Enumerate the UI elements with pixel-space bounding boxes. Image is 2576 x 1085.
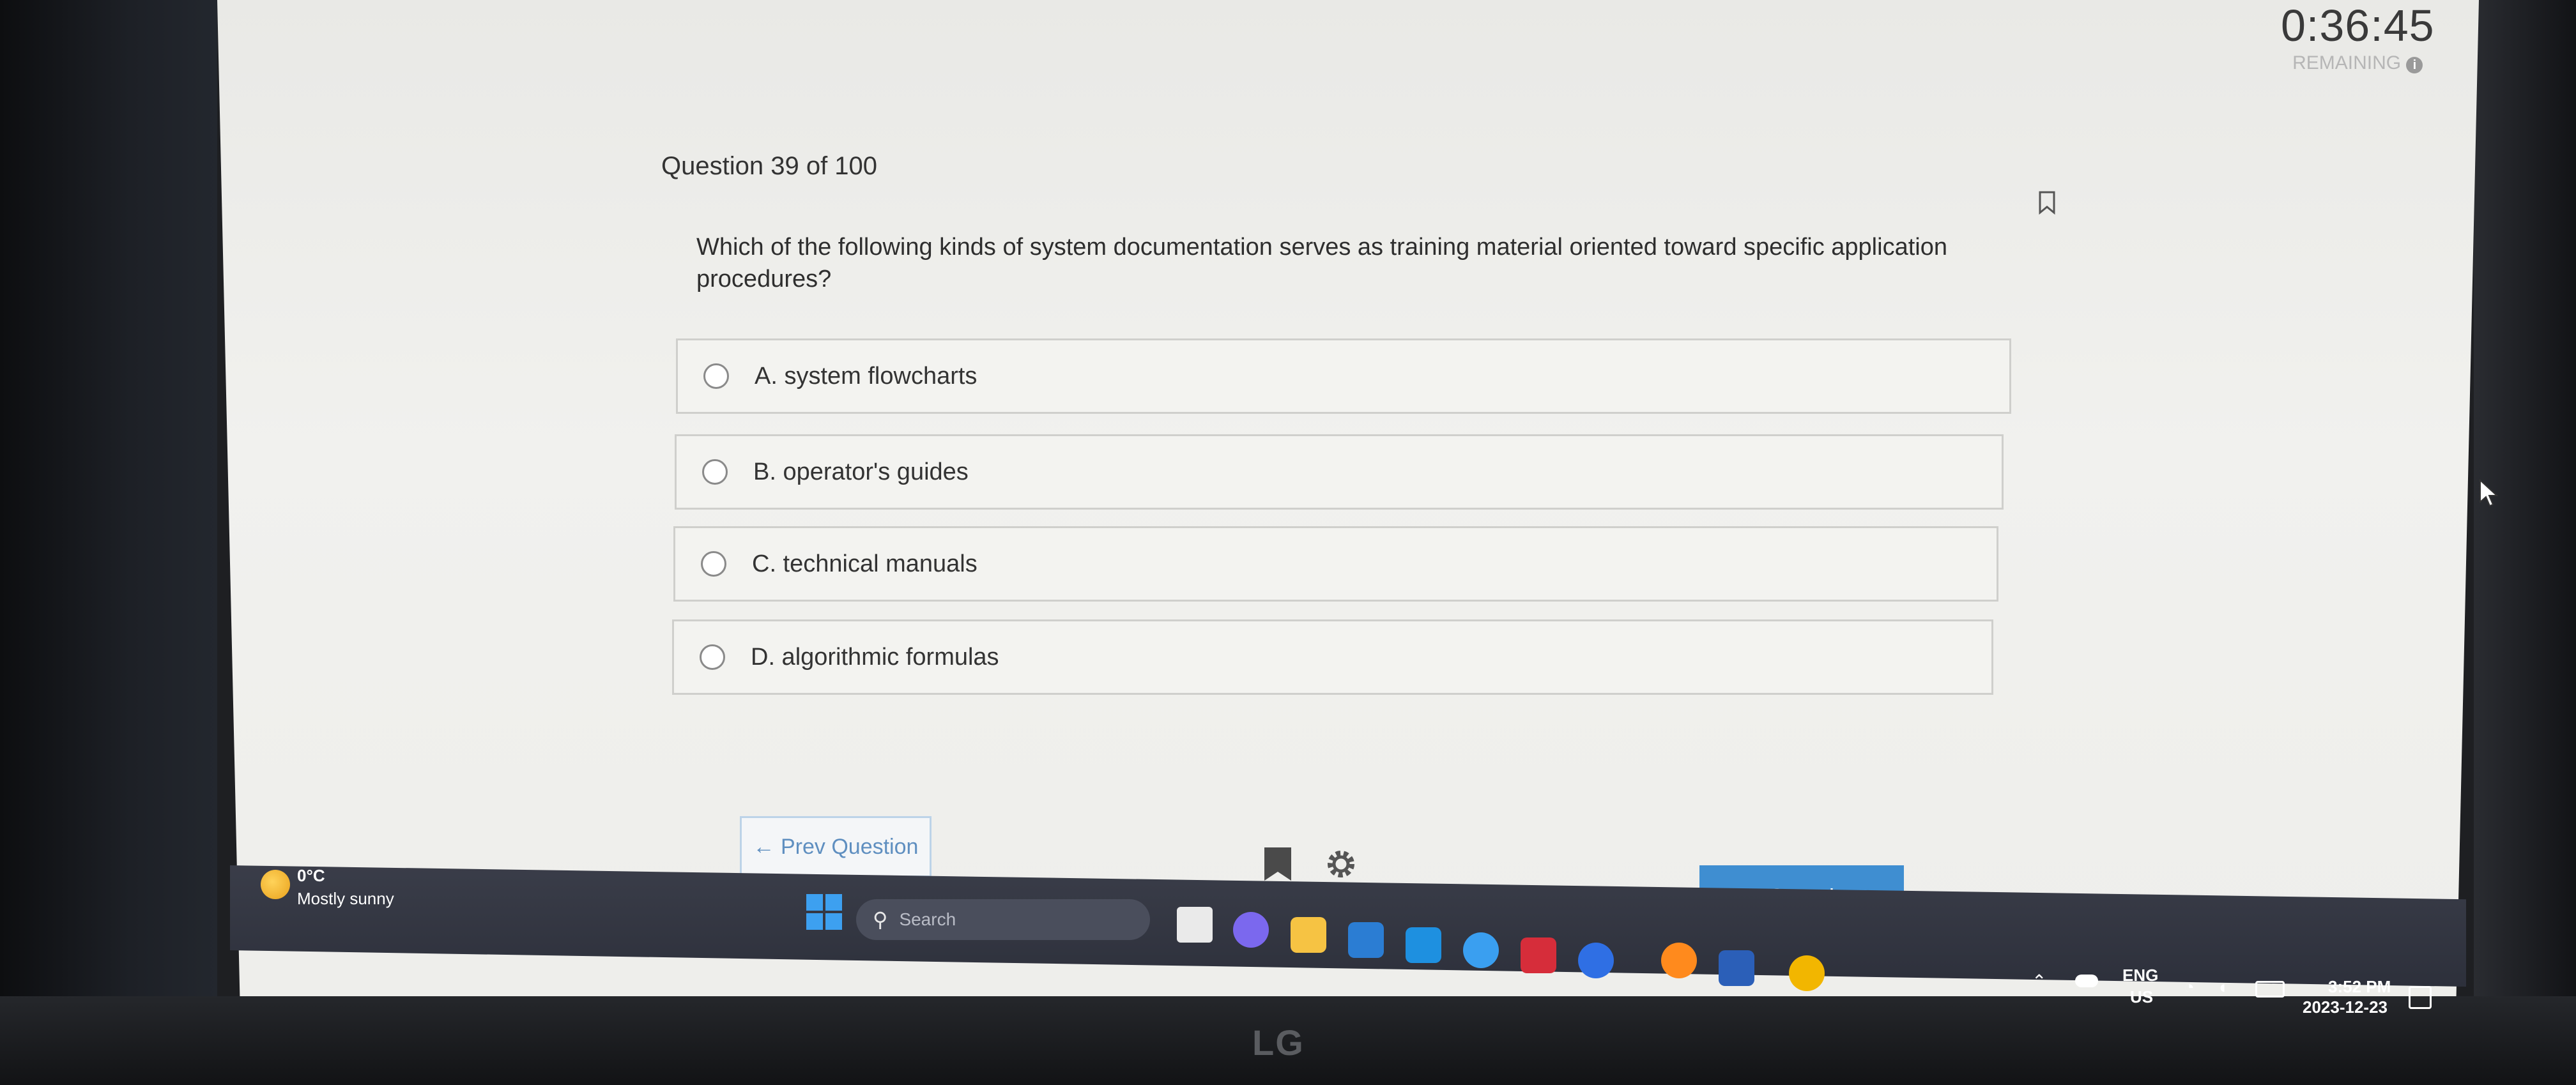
cursor-icon (2480, 479, 2498, 507)
option-label: B. operator's guides (753, 458, 969, 485)
task-view-icon[interactable] (1177, 907, 1213, 943)
wifi-icon[interactable]: ◔ (2184, 977, 2195, 998)
monitor-bezel-left (0, 0, 217, 1085)
radio-button[interactable] (701, 551, 726, 577)
chrome-icon[interactable] (1789, 955, 1825, 991)
search-placeholder: Search (899, 909, 956, 929)
windows-start-icon[interactable] (806, 894, 842, 930)
weather-condition[interactable]: Mostly sunny (297, 889, 394, 909)
option-label: A. system flowcharts (755, 362, 977, 390)
start-tile (806, 894, 823, 911)
battery-icon[interactable] (2255, 981, 2285, 998)
option-d[interactable]: D. algorithmic formulas (672, 619, 1993, 695)
browser-icon[interactable] (1578, 943, 1614, 978)
info-icon[interactable]: i (2406, 57, 2423, 73)
radio-button[interactable] (700, 644, 725, 670)
option-label: C. technical manuals (752, 550, 977, 577)
monitor-bezel-right (2474, 0, 2576, 1085)
start-tile (806, 913, 823, 930)
word-icon[interactable] (1719, 950, 1754, 986)
language-top[interactable]: ENG (2122, 966, 2158, 985)
weather-temp[interactable]: 0°C (297, 866, 325, 886)
volume-icon[interactable]: ◖ (2217, 977, 2228, 998)
chevron-up-icon[interactable]: ⌃ (2032, 971, 2046, 992)
mail-icon[interactable] (1406, 927, 1441, 963)
language-bottom[interactable]: US (2130, 987, 2153, 1007)
option-b[interactable]: B. operator's guides (675, 434, 2004, 510)
store-icon[interactable] (1348, 922, 1384, 958)
timer-label: REMAINING (2292, 52, 2402, 73)
clock-time[interactable]: 3:52 PM (2328, 977, 2391, 997)
timer-label-row: REMAINING i (2281, 52, 2435, 74)
search-icon: ⚲ (873, 908, 888, 931)
clock-date[interactable]: 2023-12-23 (2303, 998, 2388, 1017)
bookmark-outline-icon[interactable] (2038, 190, 2056, 215)
start-tile (825, 913, 842, 930)
chat-icon[interactable] (1233, 912, 1269, 948)
option-label: D. algorithmic formulas (751, 643, 999, 671)
app-icon[interactable] (1463, 932, 1499, 968)
option-c[interactable]: C. technical manuals (673, 526, 1998, 602)
question-text: Which of the following kinds of system d… (696, 234, 1947, 292)
timer: 0:36:45 REMAINING i (2281, 0, 2435, 74)
onedrive-icon[interactable] (2075, 975, 2098, 987)
radio-button[interactable] (703, 363, 729, 389)
start-tile (825, 894, 842, 911)
file-explorer-icon[interactable] (1291, 917, 1326, 953)
taskbar-search[interactable]: ⚲ Search (856, 899, 1150, 940)
notification-icon[interactable] (2409, 986, 2432, 1009)
radio-button[interactable] (702, 459, 728, 485)
antivirus-icon[interactable] (1521, 937, 1556, 973)
weather-icon[interactable] (261, 870, 290, 899)
option-a[interactable]: A. system flowcharts (676, 338, 2011, 414)
question-number: Question 39 of 100 (661, 152, 878, 180)
firefox-icon[interactable] (1661, 943, 1697, 978)
timer-value: 0:36:45 (2281, 1, 2435, 50)
